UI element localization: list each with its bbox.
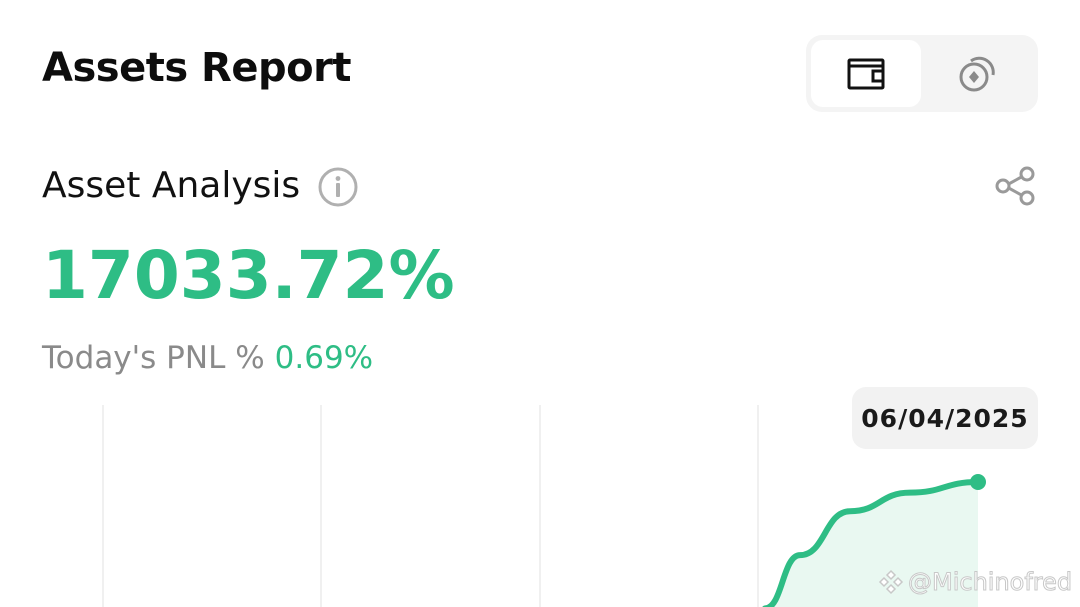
info-icon[interactable] [317,166,359,208]
chart-point-latest[interactable] [970,474,986,490]
coin-rotate-icon [959,56,995,91]
page-title: Assets Report [42,45,351,91]
section-title: Asset Analysis [42,165,301,206]
binance-logo-icon [878,569,904,595]
watermark-text: @Michinofred [907,568,1073,597]
chart-tooltip: 06/04/2025 [852,387,1038,449]
today-pnl-row: Today's PNL % 0.69% [42,340,373,377]
wallet-view-button[interactable] [811,40,921,107]
view-toggle [806,35,1038,112]
total-pnl-percent: 17033.72% [42,237,455,314]
wallet-icon [847,58,885,89]
share-icon[interactable] [994,164,1038,208]
coin-view-button[interactable] [923,40,1033,107]
today-pnl-label: Today's PNL % [42,340,265,376]
watermark: @Michinofred [878,566,1073,598]
today-pnl-value: 0.69% [274,340,374,376]
